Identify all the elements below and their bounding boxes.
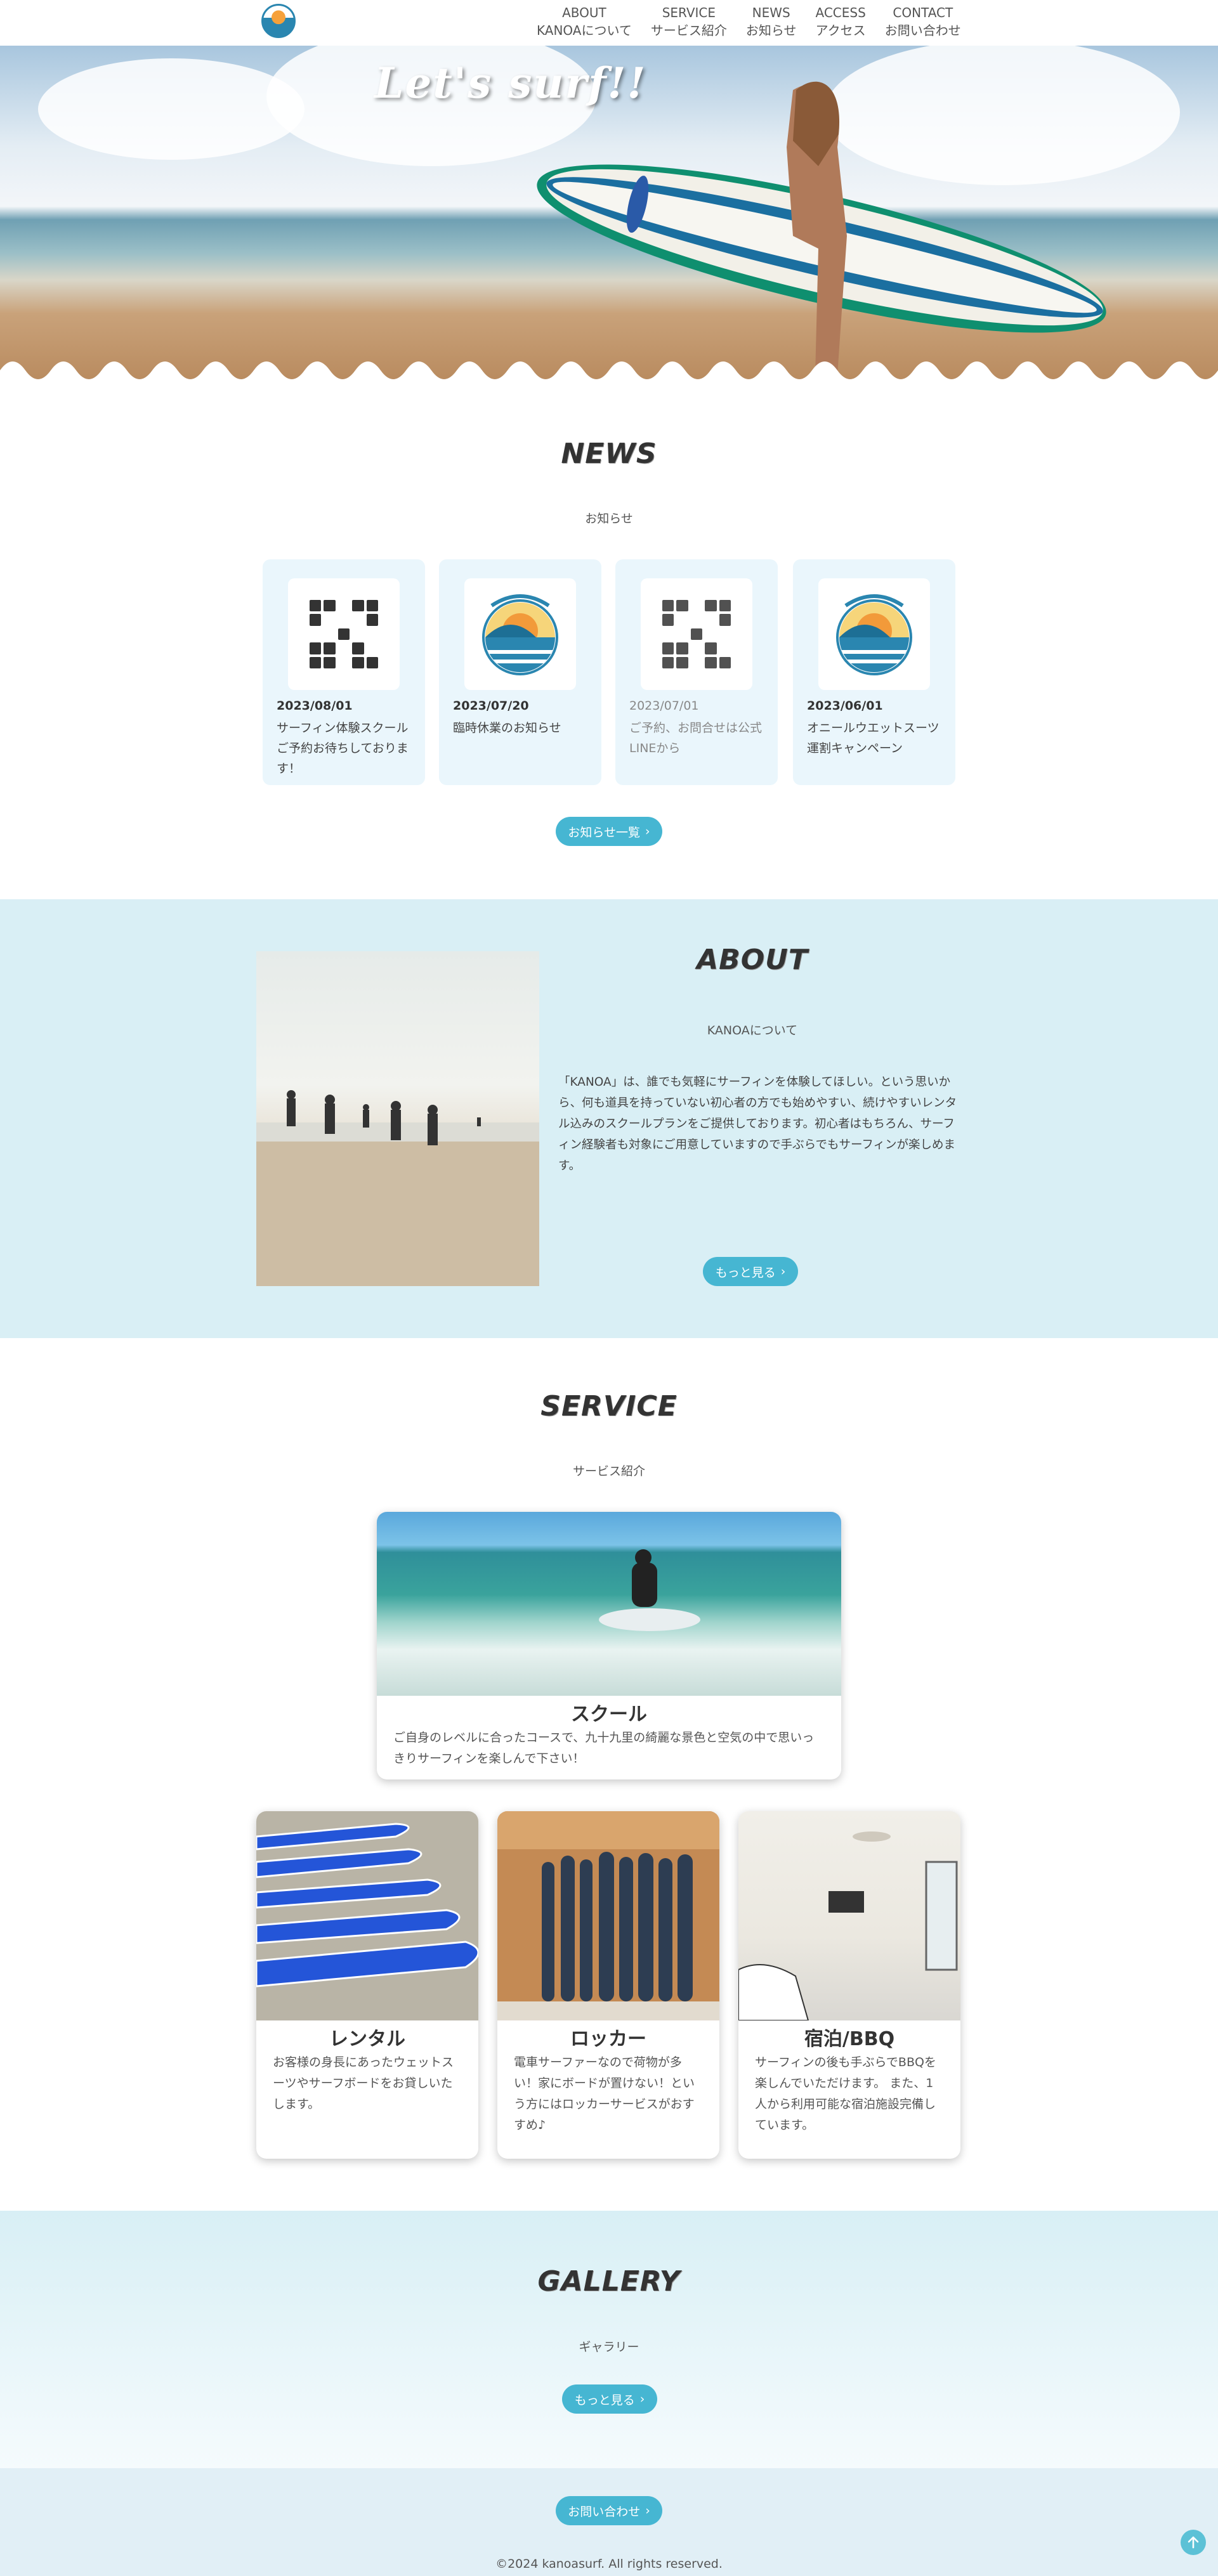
news-card[interactable]: 2023/07/01 ご予約、お問合せは公式LINEから [615,559,778,785]
nav-label-en: SERVICE [662,5,716,20]
contact-label: お問い合わせ [568,2504,641,2519]
service-heading: SERVICE [540,1390,678,1422]
service-card-locker[interactable]: ロッカー 電車サーファーなので荷物が多い！家にボードが置けない！という方にはロッ… [497,1811,719,2159]
chevron-right-icon: › [639,2392,645,2406]
arrow-up-icon [1188,2536,1199,2549]
stay-text: サーフィンの後も手ぶらでBBQを楽しんでいただけます。 また、1人から利用可能な… [755,2055,936,2132]
news-list-button[interactable]: お知らせ一覧 › [556,817,662,846]
nav-label-ja: KANOAについて [537,23,632,38]
news-text: オニールウエットスーツ運割キャンペーン [807,721,940,755]
service-subheading: サービス紹介 [572,1464,645,1478]
wave-divider [0,361,1218,381]
gallery-more-button[interactable]: もっと見る › [562,2384,657,2414]
nav-label-ja: お問い合わせ [884,23,961,38]
nav-label-ja: アクセス [815,23,866,38]
copyright: ©2024 kanoasurf. All rights reserved. [495,2557,723,2571]
service-card-school[interactable]: スクール ご自身のレベルに合ったコースで、九十九里の綺麗な景色と空気の中で思いっ… [377,1512,841,1779]
gallery-subheading: ギャラリー [579,2340,639,2354]
chevron-right-icon: › [645,2504,650,2518]
about-section: ABOUT KANOAについて 「KANOA」は、誰でも気軽にサーフィンを体験し… [0,899,1218,1338]
nav-label-en: CONTACT [893,5,953,20]
about-body: 「KANOA」は、誰でも気軽にサーフィンを体験してほしい。という思いから、何も道… [558,1076,957,1173]
service-card-stay-bbq[interactable]: 宿泊/BBQ サーフィンの後も手ぶらでBBQを楽しんでいただけます。 また、1人… [738,1811,960,2159]
qr-code-icon [662,600,731,668]
stay-photo [738,1811,960,2021]
back-to-top-button[interactable] [1181,2530,1206,2555]
locker-photo [497,1811,719,2020]
news-date: 2023/07/01 [629,699,699,713]
news-thumbnail [464,578,576,690]
locker-boards-illustration [497,1811,719,2020]
nav-about[interactable]: ABOUT KANOAについて [537,4,632,39]
school-text: ご自身のレベルに合ったコースで、九十九里の綺麗な景色と空気の中で思いっきりサーフ… [393,1731,815,1766]
news-card[interactable]: 2023/06/01 オニールウエットスーツ運割キャンペーン [793,559,955,785]
surfboards-illustration [256,1823,478,1987]
service-card-rental[interactable]: レンタル お客様の身長にあったウェットスーツやサーフボードをお貸しいたします。 [256,1811,478,2159]
rental-title: レンタル [329,2028,405,2050]
gallery-section: GALLERY ギャラリー もっと見る › [0,2211,1218,2468]
news-date: 2023/08/01 [277,699,353,713]
room-illustration [738,1831,958,2021]
nav-label-ja: お知らせ [745,23,797,38]
surfers-walking-illustration [256,1090,539,1286]
page: ABOUT KANOAについて SERVICE サービス紹介 NEWS お知らせ… [0,0,1218,2576]
nav-label-en: ACCESS [815,5,866,20]
qr-code-icon [310,600,378,668]
nav-news[interactable]: NEWS お知らせ [746,4,797,39]
kanoa-surf-emblem [836,594,912,675]
locker-title: ロッカー [570,2028,646,2050]
about-more-label: もっと見る [715,1265,776,1280]
news-thumbnail [641,578,752,690]
nav-label-en: ABOUT [562,5,606,20]
gallery-more-label: もっと見る [574,2393,635,2407]
rental-photo [256,1811,478,2020]
stay-title: 宿泊/BBQ [804,2028,895,2050]
nav-service[interactable]: SERVICE サービス紹介 [651,4,727,39]
about-heading: ABOUT [697,944,808,976]
kanoa-surf-logo[interactable] [261,4,296,38]
contact-button[interactable]: お問い合わせ › [556,2496,662,2525]
surfer-illustration [537,81,1106,375]
school-title: スクール [571,1703,647,1726]
surfer-in-wave-illustration [599,1549,700,1631]
news-date: 2023/06/01 [807,699,883,713]
news-text: サーフィン体験スクールご予約お待ちしております！ [277,721,409,776]
news-thumbnail [818,578,930,690]
nav-label-en: NEWS [752,5,790,20]
about-photo [256,951,539,1286]
about-subheading: KANOAについて [707,1024,798,1038]
news-subheading: お知らせ [585,512,633,526]
nav-contact[interactable]: CONTACT お問い合わせ [885,4,961,39]
about-more-button[interactable]: もっと見る › [703,1257,798,1286]
news-text: ご予約、お問合せは公式LINEから [629,721,763,755]
news-card[interactable]: 2023/07/20 臨時休業のお知らせ [439,559,601,785]
site-footer: お問い合わせ › ©2024 kanoasurf. All rights res… [0,2468,1218,2576]
locker-text: 電車サーファーなので荷物が多い！家にボードが置けない！という方にはロッカーサービ… [514,2055,695,2132]
news-card[interactable]: 2023/08/01 サーフィン体験スクールご予約お待ちしております！ [263,559,425,785]
news-date: 2023/07/20 [453,699,529,713]
school-photo [377,1512,841,1696]
gallery-heading: GALLERY [537,2265,681,2298]
news-text: 臨時休業のお知らせ [453,721,561,735]
site-header: ABOUT KANOAについて SERVICE サービス紹介 NEWS お知らせ… [0,0,1218,46]
chevron-right-icon: › [780,1265,786,1278]
hero-banner: Let's surf!! [0,46,1218,381]
nav-label-ja: サービス紹介 [650,23,727,38]
global-nav: ABOUT KANOAについて SERVICE サービス紹介 NEWS お知らせ… [537,4,961,39]
rental-text: お客様の身長にあったウェットスーツやサーフボードをお貸しいたします。 [273,2055,454,2111]
nav-access[interactable]: ACCESS アクセス [816,4,866,39]
chevron-right-icon: › [645,824,650,838]
news-heading: NEWS [561,438,657,470]
news-thumbnail [288,578,400,690]
news-list-label: お知らせ一覧 [568,825,640,840]
kanoa-surf-emblem [482,594,558,675]
